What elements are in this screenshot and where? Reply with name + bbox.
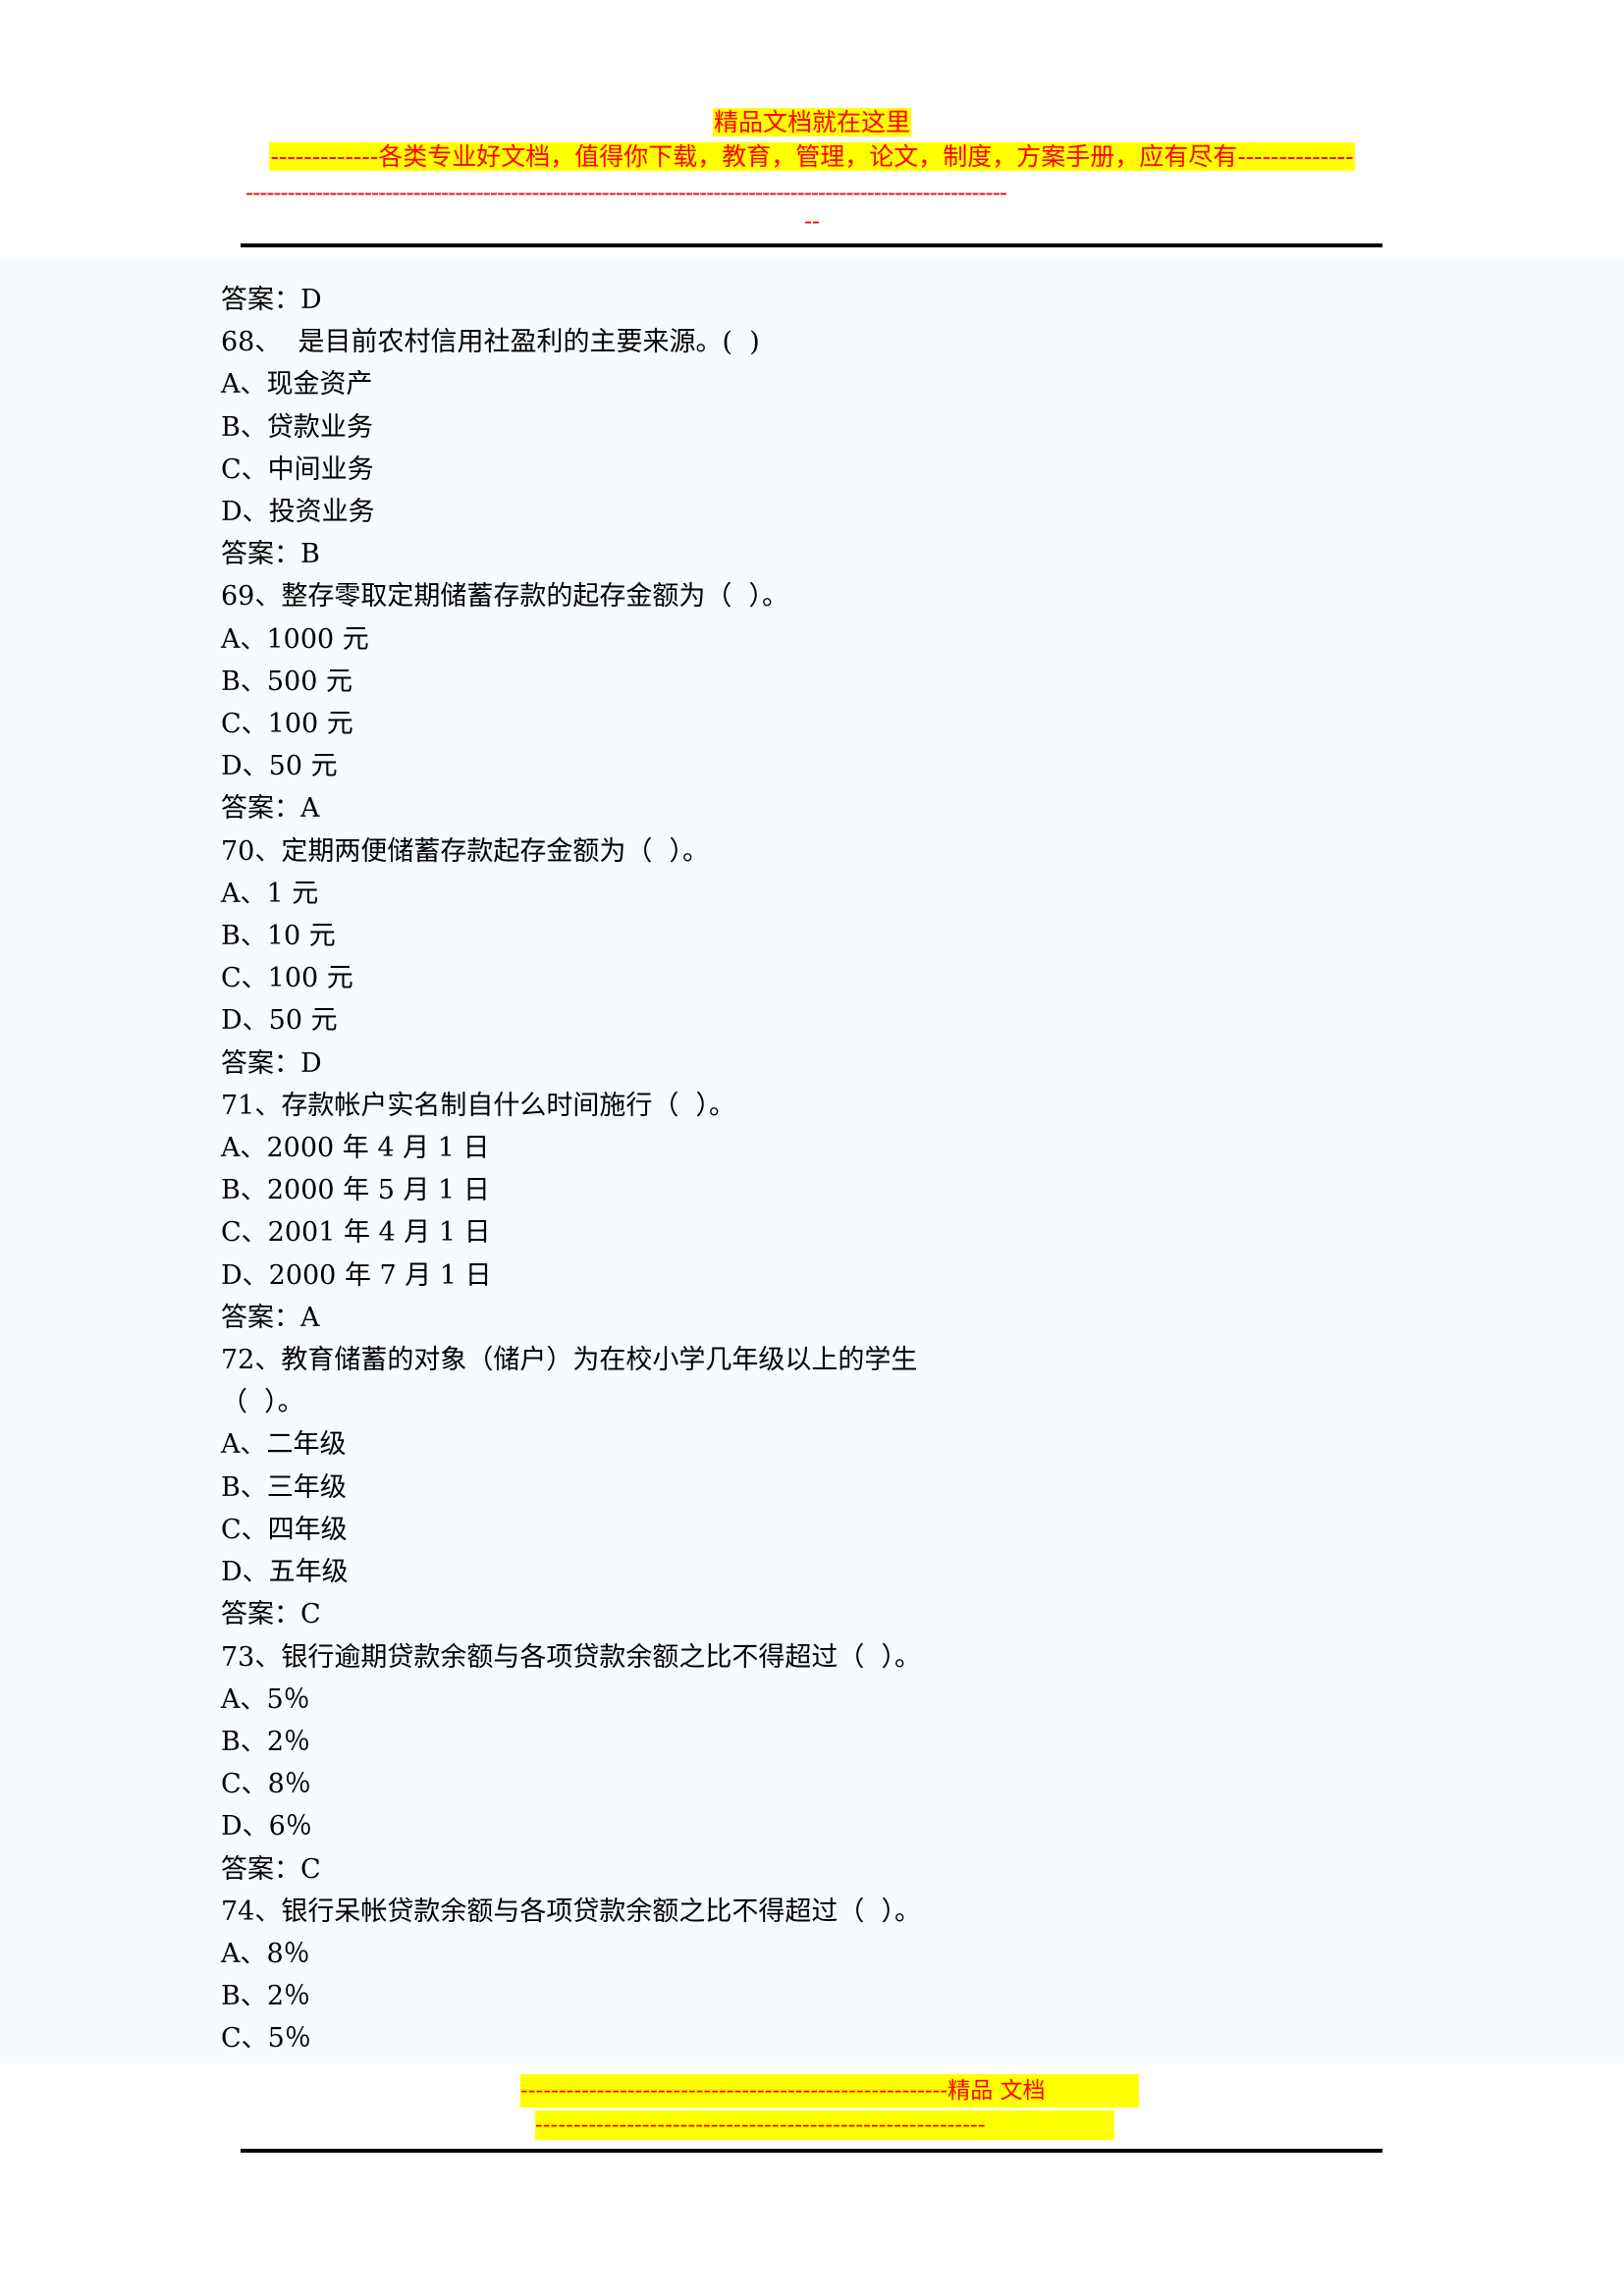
header-promo-banner: -------------各类专业好文档，值得你下载，教育，管理，论文，制度，方… (0, 139, 1624, 175)
content-line: 答案：D (221, 1047, 322, 1079)
content-line: C、2001 年 4 月 1 日 (221, 1217, 491, 1249)
content-line: 答案：A (221, 1302, 320, 1333)
content-line: B、贷款业务 (221, 411, 373, 443)
content-line: A、5％ (221, 1683, 310, 1715)
header-title-banner: 精品文档就在这里 (0, 106, 1624, 139)
content-line: A、1000 元 (221, 623, 369, 655)
content-line: B、2％ (221, 1726, 311, 1757)
content-line: D、50 元 (221, 751, 338, 782)
content-line: 68、 是目前农村信用社盈利的主要来源。( ) (221, 327, 760, 358)
content-line: C、5％ (221, 2023, 311, 2055)
content-line: 69、整存零取定期储蓄存款的起存金额为（ ）。 (221, 581, 789, 613)
content-line: D、五年级 (221, 1557, 349, 1588)
content-line: 73、银行逾期贷款余额与各项贷款余额之比不得超过（ ）。 (221, 1641, 922, 1673)
content-line: 72、教育储蓄的对象（储户）为在校小学几年级以上的学生 (221, 1345, 918, 1376)
content-line: B、三年级 (221, 1471, 347, 1503)
content-line: 70、定期两便储蓄存款起存金额为（ ）。 (221, 835, 710, 867)
content-line: D、投资业务 (221, 497, 375, 528)
content-line: B、500 元 (221, 666, 352, 697)
document-page: 精品文档就在这里 -------------各类专业好文档，值得你下载，教育，管… (0, 0, 1624, 2296)
content-line: 答案：A (221, 793, 320, 825)
content-line: B、2％ (221, 1981, 311, 2012)
content-line: （ ）。 (221, 1387, 304, 1418)
content-line: D、2000 年 7 月 1 日 (221, 1259, 492, 1291)
header-horizontal-rule (241, 243, 1382, 247)
content-line: A、二年级 (221, 1429, 347, 1461)
content-line: B、10 元 (221, 921, 336, 952)
content-line: A、1 元 (221, 878, 319, 909)
content-line: C、8％ (221, 1769, 311, 1800)
document-body: 答案：D 68、 是目前农村信用社盈利的主要来源。( ) A、现金资产 B、贷款业务 C… (0, 257, 1624, 2063)
content-line: 71、存款帐户实名制自什么时间施行（ ）。 (221, 1090, 736, 1121)
content-line: 答案：B (221, 539, 320, 570)
content-line: D、6％ (221, 1811, 312, 1842)
question-list: 答案：D 68、 是目前农村信用社盈利的主要来源。( ) A、现金资产 B、贷款业务 C… (221, 279, 1389, 2060)
content-line: B、2000 年 5 月 1 日 (221, 1175, 490, 1206)
content-line: C、中间业务 (221, 454, 374, 485)
content-line: 答案：D (221, 285, 322, 315)
content-line: A、8％ (221, 1938, 310, 1969)
content-line: 答案：C (221, 1599, 321, 1630)
content-line: C、100 元 (221, 963, 353, 994)
header-promo-text: -------------各类专业好文档，值得你下载，教育，管理，论文，制度，方… (269, 142, 1355, 171)
header-title-text: 精品文档就在这里 (712, 108, 911, 136)
content-line: C、100 元 (221, 709, 353, 740)
content-line: 答案：C (221, 1853, 321, 1885)
content-line: A、现金资产 (221, 369, 373, 400)
content-line: C、四年级 (221, 1514, 348, 1545)
header-divider-dashes: ----------------------------------------… (245, 179, 1007, 206)
footer-dashes-line-2: ----------------------------------------… (535, 2110, 1114, 2140)
page-footer: ----------------------------------------… (0, 2063, 1624, 2296)
content-line: D、50 元 (221, 1005, 338, 1037)
header-trailing-dashes: -- (803, 207, 821, 235)
footer-dashes-line-1: ----------------------------------------… (520, 2074, 1139, 2108)
footer-horizontal-rule (241, 2149, 1382, 2153)
content-line: 74、银行呆帐贷款余额与各项贷款余额之比不得超过（ ）。 (221, 1896, 922, 1927)
content-line: A、2000 年 4 月 1 日 (221, 1133, 490, 1164)
page-header: 精品文档就在这里 -------------各类专业好文档，值得你下载，教育，管… (0, 0, 1624, 263)
